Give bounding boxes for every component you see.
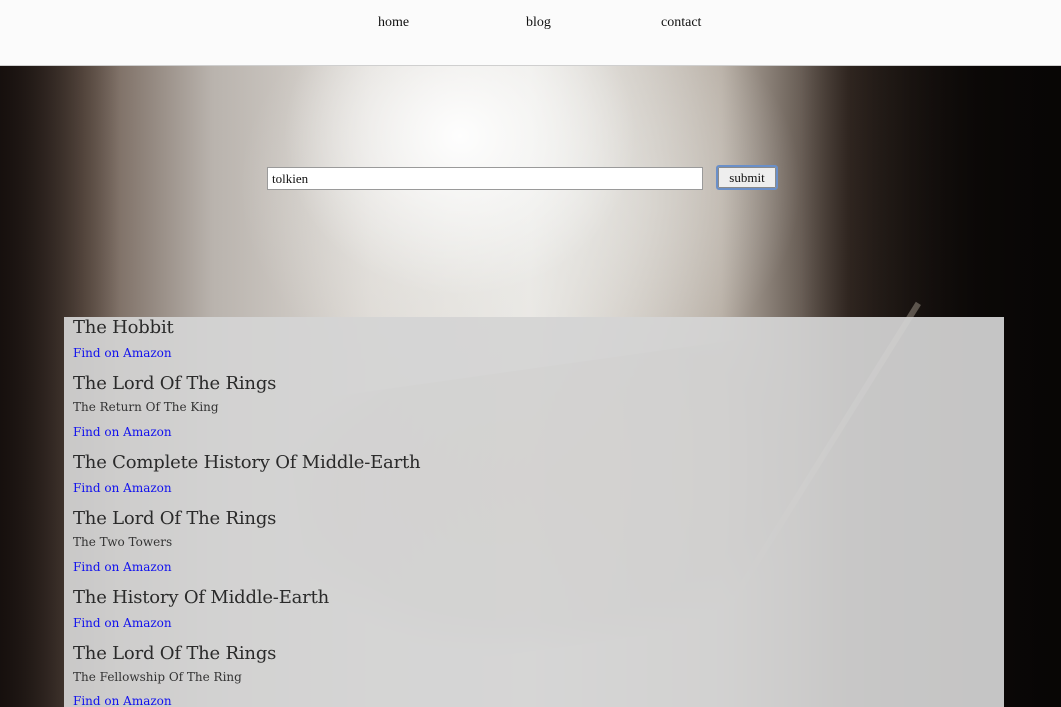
- result-title: The Lord Of The Rings: [73, 508, 277, 529]
- result-subtitle: The Two Towers: [73, 535, 173, 549]
- result-title: The History Of Middle-Earth: [73, 587, 329, 608]
- result-item: The Hobbit Find on Amazon: [73, 317, 174, 360]
- submit-button[interactable]: submit: [716, 165, 778, 190]
- result-title: The Hobbit: [73, 317, 174, 338]
- result-item: The Lord Of The Rings The Two Towers Fin…: [73, 508, 277, 574]
- result-item: The History Of Middle-Earth Find on Amaz…: [73, 587, 329, 630]
- nav-link-blog[interactable]: blog: [526, 15, 551, 31]
- result-item: The Lord Of The Rings The Fellowship Of …: [73, 643, 277, 707]
- find-on-amazon-link[interactable]: Find on Amazon: [73, 481, 172, 495]
- result-subtitle: The Fellowship Of The Ring: [73, 670, 242, 684]
- search-results-panel: The Hobbit Find on Amazon The Lord Of Th…: [64, 317, 1004, 707]
- nav-link-home[interactable]: home: [378, 15, 409, 31]
- nav-link-contact[interactable]: contact: [661, 15, 701, 31]
- find-on-amazon-link[interactable]: Find on Amazon: [73, 694, 172, 707]
- result-title: The Complete History Of Middle-Earth: [73, 452, 421, 473]
- find-on-amazon-link[interactable]: Find on Amazon: [73, 425, 172, 439]
- result-title: The Lord Of The Rings: [73, 373, 277, 394]
- result-subtitle: The Return Of The King: [73, 400, 219, 414]
- result-item: The Lord Of The Rings The Return Of The …: [73, 373, 277, 439]
- result-item: The Complete History Of Middle-Earth Fin…: [73, 452, 421, 495]
- find-on-amazon-link[interactable]: Find on Amazon: [73, 346, 172, 360]
- search-input[interactable]: [267, 167, 703, 190]
- top-nav: home blog contact: [0, 0, 1061, 66]
- result-title: The Lord Of The Rings: [73, 643, 277, 664]
- find-on-amazon-link[interactable]: Find on Amazon: [73, 616, 172, 630]
- find-on-amazon-link[interactable]: Find on Amazon: [73, 560, 172, 574]
